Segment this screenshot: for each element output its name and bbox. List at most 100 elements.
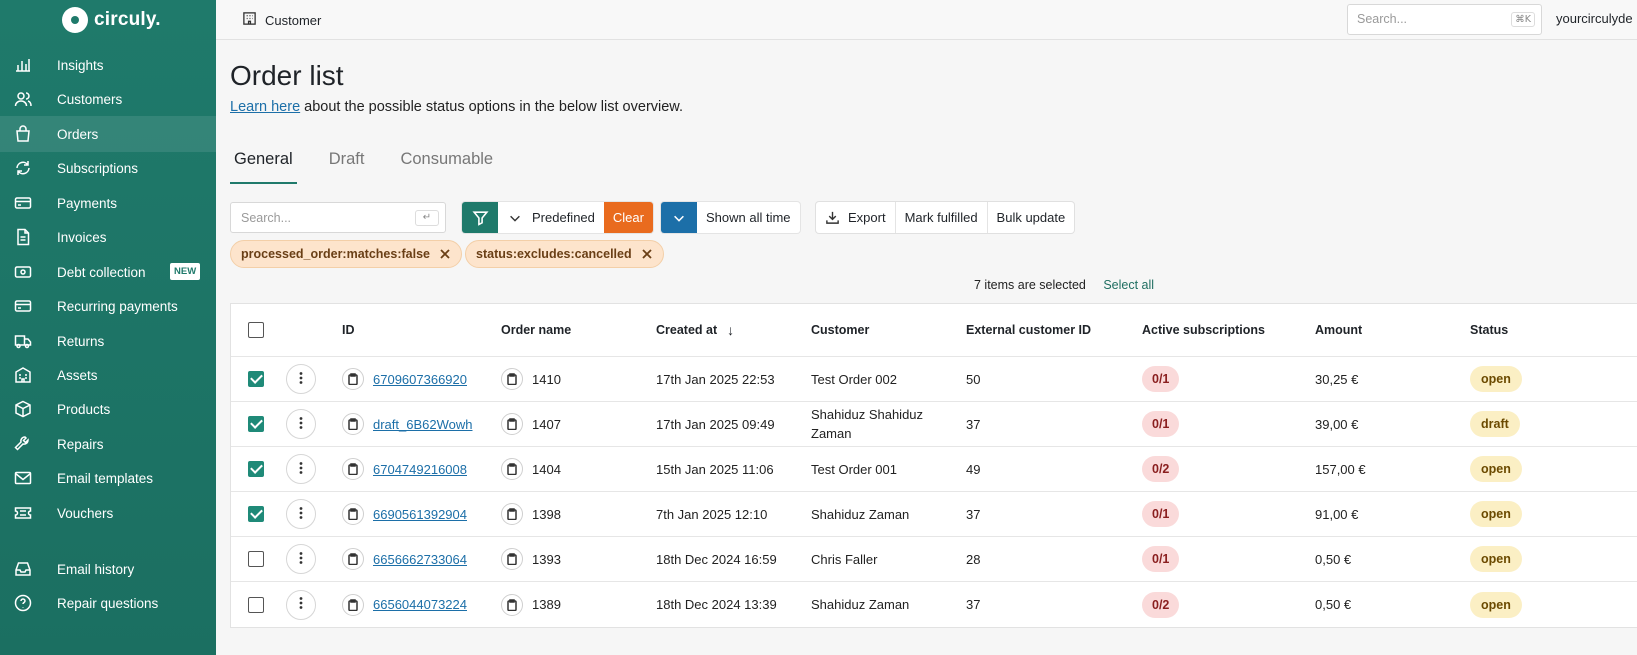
sidebar-item-debt-collection[interactable]: Debt collection NEW: [0, 254, 216, 290]
order-id-link[interactable]: 6709607366920: [373, 372, 467, 387]
sidebar-item-returns[interactable]: Returns: [0, 323, 216, 359]
column-header-order-name[interactable]: Order name: [501, 304, 571, 356]
sidebar-item-subscriptions[interactable]: Subscriptions: [0, 150, 216, 186]
building-icon: [242, 11, 257, 29]
time-range-selector[interactable]: Shown all time: [661, 202, 800, 233]
select-all-link[interactable]: Select all: [1103, 278, 1154, 292]
copy-icon[interactable]: [501, 593, 523, 616]
order-name: 1393: [532, 551, 561, 567]
sidebar-item-repair-questions[interactable]: Repair questions: [0, 585, 216, 621]
export-button[interactable]: Export: [816, 202, 896, 233]
column-header-created-at[interactable]: Created at ↓: [656, 304, 734, 356]
column-header-amount[interactable]: Amount: [1315, 304, 1362, 356]
mark-fulfilled-button[interactable]: Mark fulfilled: [896, 202, 988, 233]
copy-icon[interactable]: [501, 548, 523, 570]
row-menu-button[interactable]: [286, 364, 316, 394]
column-header-customer[interactable]: Customer: [811, 304, 869, 356]
breadcrumb[interactable]: Customer: [242, 11, 321, 29]
row-checkbox[interactable]: [248, 506, 264, 522]
table-row[interactable]: 6704749216008 1404 15th Jan 2025 11:06 Test…: [231, 447, 1637, 492]
close-icon[interactable]: [641, 248, 653, 260]
logo-text: circuly.: [94, 9, 161, 30]
sidebar-item-vouchers[interactable]: Vouchers: [0, 495, 216, 531]
sidebar-item-customers[interactable]: Customers: [0, 81, 216, 117]
sidebar-item-label: Vouchers: [57, 505, 114, 521]
sidebar-item-label: Orders: [57, 126, 99, 142]
row-menu-button[interactable]: [286, 499, 316, 529]
row-menu-button[interactable]: [286, 409, 316, 439]
copy-icon[interactable]: [342, 593, 364, 616]
order-id-link[interactable]: 6690561392904: [373, 507, 467, 522]
global-search-input[interactable]: [1357, 12, 1497, 26]
copy-icon[interactable]: [342, 368, 364, 390]
created-at: 15th Jan 2025 11:06: [656, 461, 774, 477]
bulk-update-button[interactable]: Bulk update: [988, 202, 1075, 233]
list-search-input[interactable]: [241, 211, 401, 225]
sidebar-item-email-history[interactable]: Email history: [0, 551, 216, 587]
time-range-toggle[interactable]: [661, 202, 697, 233]
copy-icon[interactable]: [342, 503, 364, 525]
sidebar-item-assets[interactable]: Assets: [0, 357, 216, 393]
external-customer-id: 50: [966, 371, 981, 387]
clear-button[interactable]: Clear: [603, 202, 653, 233]
row-menu-button[interactable]: [286, 454, 316, 484]
more-vertical-icon: [294, 506, 308, 523]
order-id-link[interactable]: 6656662733064: [373, 552, 467, 567]
row-menu-button[interactable]: [286, 589, 316, 620]
tab-draft[interactable]: Draft: [325, 150, 369, 184]
card-icon: [14, 194, 32, 212]
row-checkbox[interactable]: [248, 596, 264, 613]
sidebar-item-repairs[interactable]: Repairs: [0, 426, 216, 462]
table-row[interactable]: 6709607366920 1410 17th Jan 2025 22:53 Test…: [231, 357, 1637, 402]
column-header-external-id[interactable]: External customer ID: [966, 304, 1091, 356]
customer-name: Shahiduz Shahiduz Zaman: [811, 407, 924, 441]
sidebar-item-label: Invoices: [57, 229, 107, 245]
filter-button[interactable]: [462, 202, 498, 233]
column-header-id[interactable]: ID: [342, 304, 355, 356]
amount: 0,50 €: [1315, 597, 1352, 612]
table-row[interactable]: 6656044073224 1389 18th Dec 2024 13:39 Shah…: [231, 582, 1637, 627]
select-all-checkbox[interactable]: [248, 322, 264, 338]
row-checkbox[interactable]: [248, 461, 264, 477]
wrench-icon: [14, 435, 32, 453]
row-checkbox[interactable]: [248, 371, 264, 387]
order-id-link[interactable]: draft_6B62Wowh: [373, 417, 473, 432]
user-menu[interactable]: yourcirculyde: [1556, 11, 1633, 26]
sidebar-item-products[interactable]: Products: [0, 391, 216, 427]
copy-icon[interactable]: [501, 368, 523, 390]
row-checkbox[interactable]: [248, 416, 264, 432]
row-checkbox[interactable]: [248, 551, 264, 567]
logo[interactable]: circuly.: [62, 6, 161, 34]
copy-icon[interactable]: [342, 548, 364, 570]
sort-desc-icon: ↓: [727, 322, 735, 338]
sidebar-item-recurring-payments[interactable]: Recurring payments: [0, 288, 216, 324]
tab-bar: General Draft Consumable: [230, 150, 525, 184]
sidebar-item-email-templates[interactable]: Email templates: [0, 460, 216, 496]
copy-icon[interactable]: [501, 413, 523, 435]
global-search[interactable]: ⌘K: [1347, 4, 1542, 35]
sidebar-item-payments[interactable]: Payments: [0, 185, 216, 221]
building-icon: [14, 366, 32, 384]
order-name: 1407: [532, 416, 561, 432]
order-id-link[interactable]: 6656044073224: [373, 597, 467, 612]
sidebar-item-orders[interactable]: Orders: [0, 116, 216, 152]
copy-icon[interactable]: [501, 458, 523, 480]
table-row[interactable]: 6656662733064 1393 18th Dec 2024 16:59 Chri…: [231, 537, 1637, 582]
column-header-active-subscriptions[interactable]: Active subscriptions: [1142, 304, 1265, 356]
learn-here-link[interactable]: Learn here: [230, 99, 300, 115]
table-row[interactable]: draft_6B62Wowh 1407 17th Jan 2025 09:49 Sha…: [231, 402, 1637, 447]
row-menu-button[interactable]: [286, 544, 316, 574]
close-icon[interactable]: [439, 248, 451, 260]
sidebar-item-invoices[interactable]: Invoices: [0, 219, 216, 255]
tab-general[interactable]: General: [230, 150, 297, 184]
tab-consumable[interactable]: Consumable: [396, 150, 497, 184]
list-search[interactable]: ↵: [230, 202, 446, 233]
sidebar-item-insights[interactable]: Insights: [0, 47, 216, 83]
predefined-dropdown[interactable]: Predefined: [498, 202, 604, 233]
table-row[interactable]: 6690561392904 1398 7th Jan 2025 12:10 Shahi…: [231, 492, 1637, 537]
copy-icon[interactable]: [342, 413, 364, 435]
copy-icon[interactable]: [342, 458, 364, 480]
column-header-status[interactable]: Status: [1470, 304, 1508, 356]
order-id-link[interactable]: 6704749216008: [373, 462, 467, 477]
copy-icon[interactable]: [501, 503, 523, 525]
